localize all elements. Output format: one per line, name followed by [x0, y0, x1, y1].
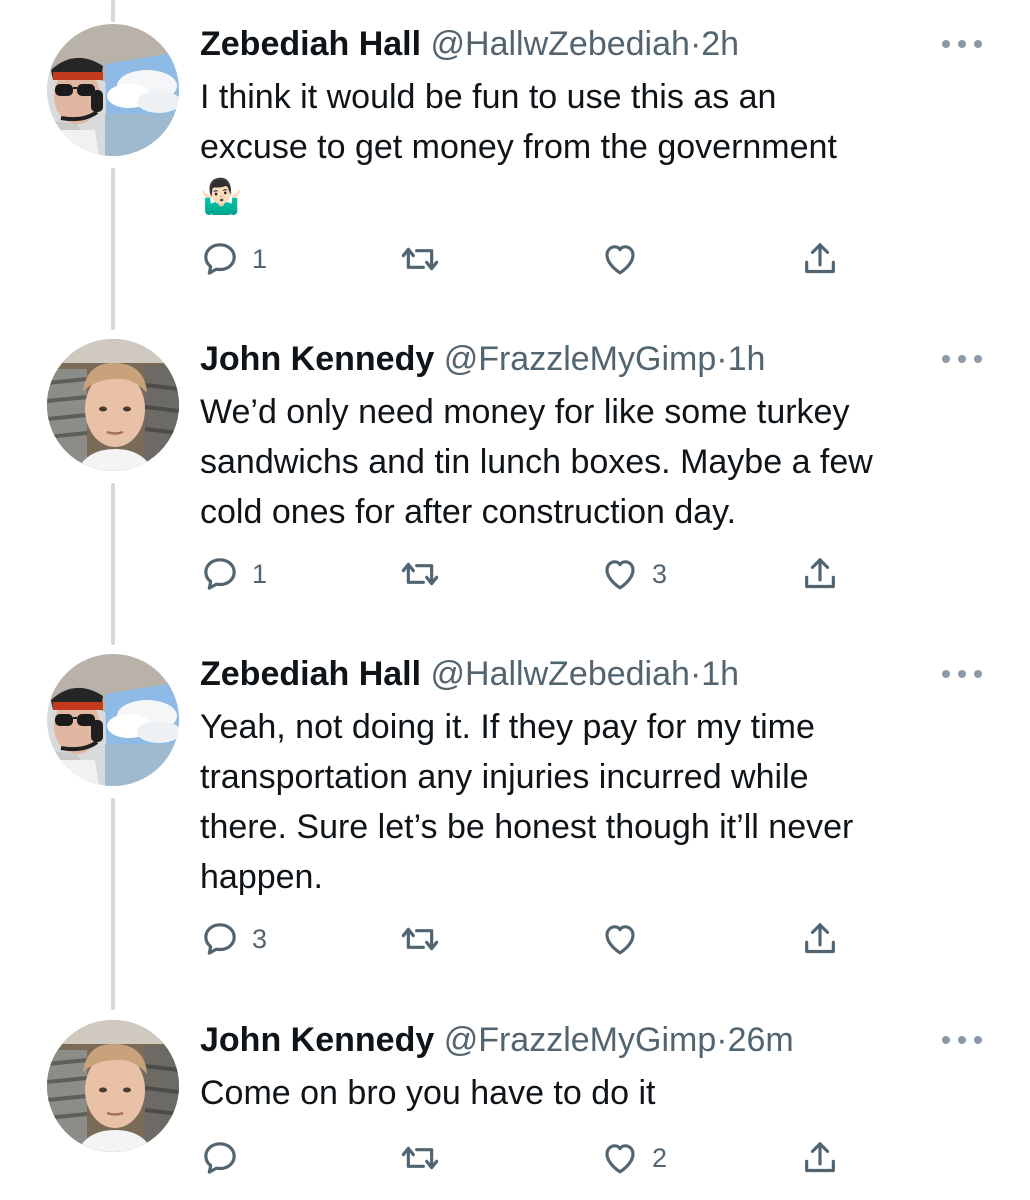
more-icon[interactable] [942, 347, 982, 371]
thread-line [111, 0, 115, 22]
share-button[interactable] [800, 552, 840, 596]
tweet-text-line: sandwichs and tin lunch boxes. Maybe a f… [200, 443, 873, 481]
author-name[interactable]: Zebediah Hall [200, 25, 421, 63]
timestamp[interactable]: 26m [728, 1021, 794, 1059]
tweet-text: Come on bro you have to do it [200, 1068, 990, 1118]
timestamp[interactable]: 1h [728, 340, 766, 378]
avatar[interactable] [47, 1020, 179, 1152]
reply-button[interactable]: 1 [200, 552, 267, 596]
like-count: 3 [652, 558, 668, 589]
reply-count: 1 [252, 558, 268, 589]
tweet-header: John Kennedy @FrazzleMyGimp·1h [200, 339, 765, 379]
timestamp[interactable]: 2h [701, 25, 739, 63]
retweet-button[interactable] [400, 237, 452, 281]
reply-button[interactable]: 1 [200, 237, 267, 281]
author-handle[interactable]: @HallwZebediah [431, 25, 690, 63]
tweet-text: I think it would be fun to use this as a… [200, 72, 990, 222]
tweet-text: We’d only need money for like some turke… [200, 387, 990, 537]
author-handle[interactable]: @FrazzleMyGimp [444, 1021, 717, 1059]
retweet-button[interactable] [400, 1136, 452, 1180]
retweet-icon [400, 919, 440, 959]
tweet-text-line: We’d only need money for like some turke… [200, 393, 850, 431]
reply-icon [200, 919, 240, 959]
reply-count: 1 [252, 243, 268, 274]
heart-icon [600, 239, 640, 279]
share-icon [800, 239, 840, 279]
separator-dot: · [716, 1021, 728, 1059]
like-button[interactable]: 2 [600, 1136, 667, 1180]
thread-line [111, 483, 115, 645]
retweet-icon [400, 1138, 440, 1178]
retweet-button[interactable] [400, 917, 452, 961]
retweet-icon [400, 239, 440, 279]
tweet-header: Zebediah Hall @HallwZebediah·1h [200, 654, 739, 694]
avatar[interactable] [47, 24, 179, 156]
share-icon [800, 554, 840, 594]
like-button[interactable] [600, 237, 652, 281]
share-button[interactable] [800, 917, 840, 961]
more-icon[interactable] [942, 32, 982, 56]
author-name[interactable]: John Kennedy [200, 1021, 434, 1059]
retweet-button[interactable] [400, 552, 452, 596]
separator-dot: · [716, 340, 728, 378]
thread-line [111, 168, 115, 330]
author-name[interactable]: Zebediah Hall [200, 655, 421, 693]
tweet-text-line: cold ones for after construction day. [200, 493, 737, 531]
reply-count: 3 [252, 923, 268, 954]
tweet-text-line: Come on bro you have to do it [200, 1074, 656, 1112]
reply-button[interactable] [200, 1136, 252, 1180]
tweet-text-line: there. Sure let’s be honest though it’ll… [200, 808, 854, 846]
retweet-icon [400, 554, 440, 594]
like-count: 2 [652, 1142, 668, 1173]
tweet-header: Zebediah Hall @HallwZebediah·2h [200, 24, 739, 64]
tweet-text-line: transportation any injuries incurred whi… [200, 758, 809, 796]
author-handle[interactable]: @HallwZebediah [431, 655, 690, 693]
tweet-actions: 1 [200, 237, 860, 281]
share-button[interactable] [800, 1136, 840, 1180]
avatar[interactable] [47, 654, 179, 786]
reply-button[interactable]: 3 [200, 917, 267, 961]
thread-line [111, 798, 115, 1010]
reply-icon [200, 1138, 240, 1178]
heart-icon [600, 1138, 640, 1178]
like-button[interactable]: 3 [600, 552, 667, 596]
heart-icon [600, 554, 640, 594]
tweet-text-line: I think it would be fun to use this as a… [200, 78, 777, 116]
separator-dot: · [689, 655, 702, 693]
author-handle[interactable]: @FrazzleMyGimp [444, 340, 717, 378]
heart-icon [600, 919, 640, 959]
reply-icon [200, 239, 240, 279]
separator-dot: · [689, 25, 702, 63]
tweet-text-line: Yeah, not doing it. If they pay for my t… [200, 708, 815, 746]
reply-icon [200, 554, 240, 594]
more-icon[interactable] [942, 1028, 982, 1052]
tweet-actions: 3 [200, 917, 860, 961]
timestamp[interactable]: 1h [701, 655, 739, 693]
share-button[interactable] [800, 237, 840, 281]
share-icon [800, 919, 840, 959]
tweet-text: Yeah, not doing it. If they pay for my t… [200, 702, 990, 902]
like-button[interactable] [600, 917, 652, 961]
tweet-actions: 1 3 [200, 552, 860, 596]
tweet-text-line: happen. [200, 858, 323, 896]
shrug-emoji: 🤷🏻‍♂️ [200, 178, 243, 216]
share-icon [800, 1138, 840, 1178]
tweet-header: John Kennedy @FrazzleMyGimp·26m [200, 1020, 794, 1060]
more-icon[interactable] [942, 662, 982, 686]
tweet-text-line: excuse to get money from the government [200, 128, 837, 166]
tweet-actions: 2 [200, 1136, 860, 1180]
author-name[interactable]: John Kennedy [200, 340, 434, 378]
avatar[interactable] [47, 339, 179, 471]
